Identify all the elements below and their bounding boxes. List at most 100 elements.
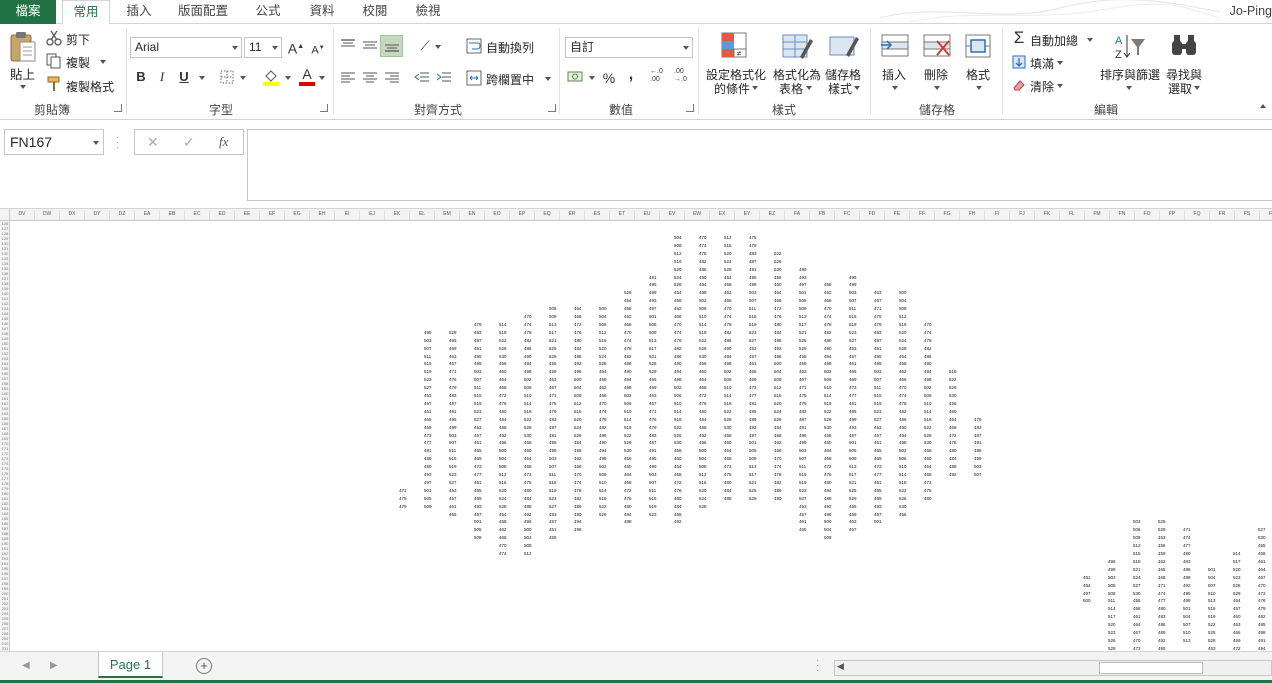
chevron-down-icon[interactable] [1126,86,1132,90]
cell-value[interactable]: 473 [849,385,857,390]
cell-value[interactable]: 458 [499,519,507,524]
cell-value[interactable]: 465 [474,448,482,453]
cell-value[interactable]: 506 [899,456,907,461]
align-bottom-button[interactable] [380,35,403,57]
cell-value[interactable]: 485 [649,282,657,287]
cell-value[interactable]: 514 [1233,551,1241,556]
cell-value[interactable]: 454 [599,369,607,374]
cell-value[interactable]: 480 [699,409,707,414]
cell-value[interactable]: 499 [749,282,757,287]
cell-value[interactable]: 522 [674,425,682,430]
cell-value[interactable]: 471 [874,306,882,311]
cell-value[interactable]: 504 [524,535,532,540]
cell-value[interactable]: 502 [899,448,907,453]
cell-value[interactable]: 480 [1183,551,1191,556]
chevron-down-icon[interactable] [199,76,205,80]
cell-value[interactable]: 456 [774,275,782,280]
cell-value[interactable]: 497 [424,480,432,485]
cell-value[interactable]: 488 [499,425,507,430]
cell-value[interactable]: 466 [624,322,632,327]
cell-value[interactable]: 530 [724,425,732,430]
cell-value[interactable]: 511 [424,354,431,359]
comma-button[interactable]: , [620,64,642,86]
cell-value[interactable]: 496 [699,440,707,445]
cell-value[interactable]: 490 [724,346,732,351]
cell-value[interactable]: 498 [699,290,707,295]
cell-value[interactable]: 500 [774,361,782,366]
cell-value[interactable]: 481 [749,401,757,406]
cell-value[interactable]: 499 [449,425,457,430]
cell-value[interactable]: 474 [524,322,532,327]
cell-value[interactable]: 527 [749,338,757,343]
cell-value[interactable]: 497 [1083,591,1091,596]
cell-value[interactable]: 485 [749,409,757,414]
tab-splitter-icon[interactable]: · · · [816,656,819,676]
cell-value[interactable]: 456 [899,512,907,517]
cell-value[interactable]: 461 [799,519,807,524]
cell-value[interactable]: 476 [499,401,507,406]
cell-value[interactable]: 523 [849,330,857,335]
cell-value[interactable]: 530 [674,440,682,445]
cell-value[interactable]: 507 [749,298,757,303]
chevron-down-icon[interactable] [285,76,291,80]
cell-value[interactable]: 491 [1258,638,1266,643]
cell-value[interactable]: 515 [424,361,432,366]
cell-value[interactable]: 528 [674,282,682,287]
cell-value[interactable]: 526 [624,440,632,445]
cell-value[interactable]: 499 [849,282,857,287]
chevron-down-icon[interactable] [319,76,325,80]
cell-value[interactable]: 511 [1108,598,1115,603]
cell-value[interactable]: 495 [1183,591,1191,596]
cell-value[interactable]: 524 [699,496,707,501]
cell-value[interactable]: 474 [899,393,907,398]
cell-value[interactable]: 511 [649,488,656,493]
sheet-tab-page-1[interactable]: Page 1 [98,652,163,678]
cell-value[interactable]: 475 [874,314,882,319]
cell-value[interactable]: 480 [724,480,732,485]
cell-value[interactable]: 502 [824,369,832,374]
cell-value[interactable]: 518 [949,369,957,374]
cell-value[interactable]: 520 [899,330,907,335]
cell-value[interactable]: 490 [824,346,832,351]
cell-value[interactable]: 507 [974,472,982,477]
cell-value[interactable]: 510 [674,401,682,406]
cell-value[interactable]: 511 [849,306,856,311]
cell-value[interactable]: 491 [874,346,882,351]
name-box-splitter-icon[interactable]: · · · [116,133,119,153]
cell-value[interactable]: 499 [649,464,657,469]
cell-value[interactable]: 456 [949,401,957,406]
cell-value[interactable]: 479 [399,504,407,509]
cell-value[interactable]: 499 [1108,567,1116,572]
cell-value[interactable]: 461 [849,361,857,366]
cell-value[interactable]: 510 [599,480,607,485]
cell-value[interactable]: 527 [1258,527,1266,532]
cell-value[interactable]: 516 [724,243,732,248]
cell-value[interactable]: 496 [499,440,507,445]
cell-value[interactable]: 463 [449,354,457,359]
cell-value[interactable]: 490 [599,440,607,445]
cell-value[interactable]: 453 [474,425,482,430]
cell-value[interactable]: 494 [724,354,732,359]
cell-value[interactable]: 516 [699,480,707,485]
cell-value[interactable]: 478 [899,401,907,406]
column-header[interactable]: EB [160,211,185,220]
cell-value[interactable]: 474 [699,243,707,248]
cell-value[interactable]: 515 [474,393,482,398]
cell-value[interactable]: 504 [674,235,682,240]
cell-value[interactable]: 461 [474,440,482,445]
cell-value[interactable]: 518 [924,417,932,422]
cell-value[interactable]: 514 [499,322,507,327]
cell-value[interactable]: 457 [799,512,807,517]
cell-value[interactable]: 523 [1233,575,1241,580]
cell-value[interactable]: 519 [649,504,657,509]
cell-value[interactable]: 478 [924,338,932,343]
cell-value[interactable]: 488 [574,354,582,359]
cell-value[interactable]: 514 [899,472,907,477]
cell-value[interactable]: 456 [499,361,507,366]
cell-value[interactable]: 509 [549,314,557,319]
shrink-font-button[interactable]: A▼ [307,37,329,59]
cell-value[interactable]: 457 [849,354,857,359]
increase-decimal-button[interactable]: ←.0 .00 [650,68,670,88]
column-header[interactable]: FR [1210,211,1235,220]
fill-icon[interactable] [1012,55,1026,69]
